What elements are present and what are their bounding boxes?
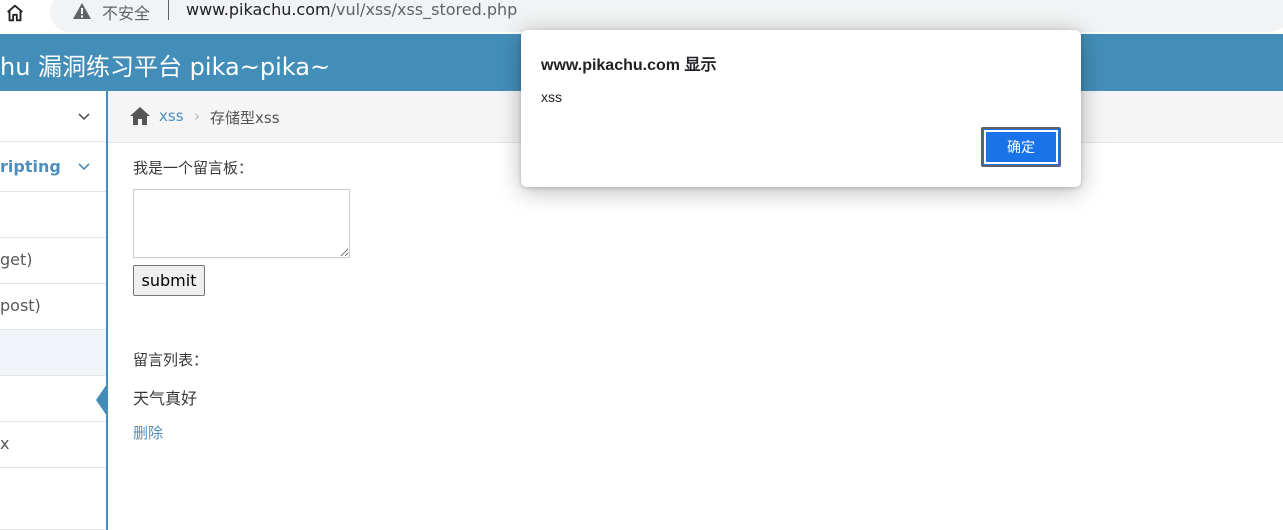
list-item: 天气真好 — [133, 389, 198, 408]
chevron-down-icon — [78, 113, 90, 121]
site-title[interactable]: hu 漏洞练习平台 pika~pika~ — [0, 47, 330, 82]
breadcrumb-current: 存储型xss — [210, 109, 280, 127]
browser-address-bar: 不安全 www.pikachu.com/vul/xss/xss_stored.p… — [0, 0, 1283, 34]
home-icon[interactable] — [4, 2, 26, 24]
url-path: /vul/xss/xss_stored.php — [330, 0, 518, 19]
url-separator — [168, 0, 169, 20]
alert-dialog: www.pikachu.com 显示 xss 确定 — [521, 30, 1081, 187]
board-label: 我是一个留言板： — [133, 159, 254, 177]
sidebar-item-2[interactable] — [0, 192, 106, 238]
sidebar-item-label: ripting — [0, 157, 61, 176]
breadcrumb-separator: › — [194, 107, 200, 125]
url-text[interactable]: www.pikachu.com/vul/xss/xss_stored.php — [186, 0, 517, 19]
alert-message: xss — [541, 89, 562, 105]
sidebar-item-label: get) — [0, 250, 33, 269]
sidebar-item-reflected-get[interactable]: get) — [0, 238, 106, 284]
sidebar-item-xss[interactable]: ripting — [0, 142, 106, 192]
sidebar-item-reflected-post[interactable]: post) — [0, 284, 106, 330]
sidebar-item-8[interactable] — [0, 468, 106, 530]
sidebar: ripting get) post) x — [0, 91, 108, 530]
home-icon[interactable] — [129, 106, 151, 126]
sidebar-item-label: x — [0, 434, 10, 453]
alert-title: www.pikachu.com 显示 — [541, 57, 717, 74]
warning-icon[interactable] — [72, 1, 92, 21]
main-content: 我是一个留言板： submit 留言列表： 天气真好 删除 — [110, 143, 1283, 530]
submit-button[interactable]: submit — [133, 265, 205, 296]
sidebar-item-6[interactable] — [0, 376, 106, 422]
sidebar-item-7[interactable]: x — [0, 422, 106, 468]
chevron-down-icon — [78, 163, 90, 171]
delete-link[interactable]: 删除 — [133, 422, 163, 443]
sidebar-item-0[interactable] — [0, 91, 106, 142]
sidebar-item-stored[interactable] — [0, 330, 106, 376]
url-host: www.pikachu.com — [186, 0, 331, 19]
insecure-label[interactable]: 不安全 — [102, 0, 150, 24]
active-item-indicator — [96, 384, 107, 416]
breadcrumb-link-xss[interactable]: xss — [159, 107, 184, 125]
sidebar-item-label: post) — [0, 296, 41, 315]
message-textarea[interactable] — [133, 189, 350, 258]
message-list-label: 留言列表： — [133, 351, 209, 369]
alert-ok-button[interactable]: 确定 — [981, 127, 1061, 167]
